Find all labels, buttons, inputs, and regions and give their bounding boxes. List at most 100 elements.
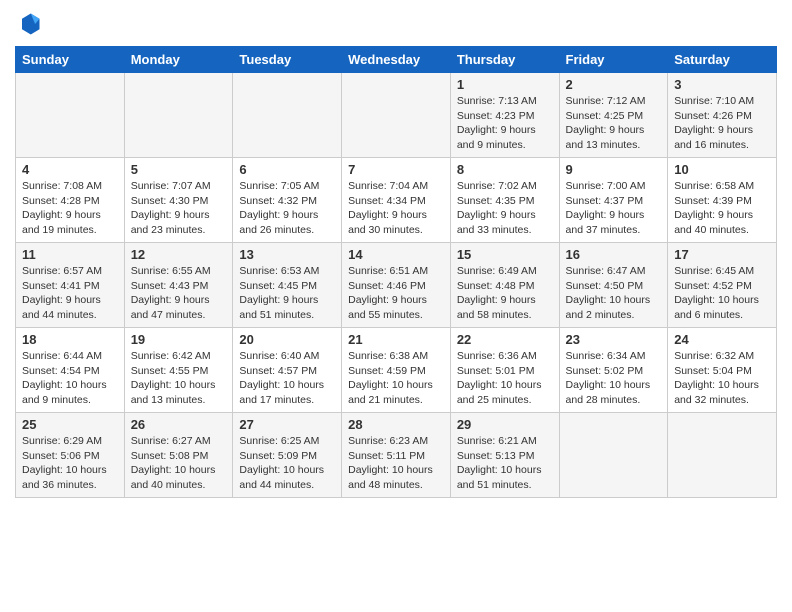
- day-info: Sunrise: 6:49 AM Sunset: 4:48 PM Dayligh…: [457, 264, 553, 323]
- day-number: 11: [22, 247, 118, 262]
- day-number: 28: [348, 417, 444, 432]
- calendar-day-cell: [559, 413, 668, 498]
- day-number: 10: [674, 162, 770, 177]
- day-number: 6: [239, 162, 335, 177]
- calendar-header-row: SundayMondayTuesdayWednesdayThursdayFrid…: [16, 47, 777, 73]
- day-info: Sunrise: 7:12 AM Sunset: 4:25 PM Dayligh…: [566, 94, 662, 153]
- calendar-table: SundayMondayTuesdayWednesdayThursdayFrid…: [15, 46, 777, 498]
- calendar-day-cell: 17Sunrise: 6:45 AM Sunset: 4:52 PM Dayli…: [668, 243, 777, 328]
- day-number: 29: [457, 417, 553, 432]
- day-number: 7: [348, 162, 444, 177]
- calendar-day-cell: 16 Sunrise: 6:47 AM Sunset: 4:50 PM Dayli…: [559, 243, 668, 328]
- day-number: 16: [566, 247, 662, 262]
- calendar-day-cell: 26 Sunrise: 6:27 AM Sunset: 5:08 PM Dayli…: [124, 413, 233, 498]
- day-number: 2: [566, 77, 662, 92]
- weekday-header: Wednesday: [342, 47, 451, 73]
- day-number: 8: [457, 162, 553, 177]
- calendar-day-cell: 2 Sunrise: 7:12 AM Sunset: 4:25 PM Daylig…: [559, 73, 668, 158]
- day-info: Sunrise: 6:47 AM Sunset: 4:50 PM Dayligh…: [566, 264, 662, 323]
- day-info: Sunrise: 6:51 AM Sunset: 4:46 PM Dayligh…: [348, 264, 444, 323]
- day-info: Sunrise: 6:36 AM Sunset: 5:01 PM Dayligh…: [457, 349, 553, 408]
- day-info: Sunrise: 6:58 AM Sunset: 4:39 PM Dayligh…: [674, 179, 770, 238]
- day-number: 5: [131, 162, 227, 177]
- day-info: Sunrise: 7:00 AM Sunset: 4:37 PM Dayligh…: [566, 179, 662, 238]
- logo-icon: [15, 10, 43, 38]
- calendar-day-cell: 21 Sunrise: 6:38 AM Sunset: 4:59 PM Dayli…: [342, 328, 451, 413]
- day-info: Sunrise: 6:44 AM Sunset: 4:54 PM Dayligh…: [22, 349, 118, 408]
- weekday-header: Sunday: [16, 47, 125, 73]
- day-number: 18: [22, 332, 118, 347]
- day-number: 15: [457, 247, 553, 262]
- day-info: Sunrise: 7:10 AM Sunset: 4:26 PM Dayligh…: [674, 94, 770, 153]
- calendar-day-cell: [124, 73, 233, 158]
- calendar-week-row: 11 Sunrise: 6:57 AM Sunset: 4:41 PM Dayli…: [16, 243, 777, 328]
- day-info: Sunrise: 6:23 AM Sunset: 5:11 PM Dayligh…: [348, 434, 444, 493]
- calendar-day-cell: 12 Sunrise: 6:55 AM Sunset: 4:43 PM Dayli…: [124, 243, 233, 328]
- calendar-day-cell: 6 Sunrise: 7:05 AM Sunset: 4:32 PM Daylig…: [233, 158, 342, 243]
- calendar-day-cell: 11 Sunrise: 6:57 AM Sunset: 4:41 PM Dayli…: [16, 243, 125, 328]
- calendar-day-cell: 24 Sunrise: 6:32 AM Sunset: 5:04 PM Dayli…: [668, 328, 777, 413]
- day-info: Sunrise: 6:38 AM Sunset: 4:59 PM Dayligh…: [348, 349, 444, 408]
- calendar-day-cell: 20Sunrise: 6:40 AM Sunset: 4:57 PM Dayli…: [233, 328, 342, 413]
- calendar-day-cell: 13 Sunrise: 6:53 AM Sunset: 4:45 PM Dayli…: [233, 243, 342, 328]
- calendar-week-row: 4 Sunrise: 7:08 AM Sunset: 4:28 PM Daylig…: [16, 158, 777, 243]
- calendar-day-cell: 23Sunrise: 6:34 AM Sunset: 5:02 PM Dayli…: [559, 328, 668, 413]
- day-number: 25: [22, 417, 118, 432]
- day-number: 9: [566, 162, 662, 177]
- weekday-header: Monday: [124, 47, 233, 73]
- day-info: Sunrise: 6:55 AM Sunset: 4:43 PM Dayligh…: [131, 264, 227, 323]
- calendar-day-cell: 25 Sunrise: 6:29 AM Sunset: 5:06 PM Dayli…: [16, 413, 125, 498]
- calendar-day-cell: 27 Sunrise: 6:25 AM Sunset: 5:09 PM Dayli…: [233, 413, 342, 498]
- calendar-day-cell: 5 Sunrise: 7:07 AM Sunset: 4:30 PM Daylig…: [124, 158, 233, 243]
- calendar-day-cell: 4 Sunrise: 7:08 AM Sunset: 4:28 PM Daylig…: [16, 158, 125, 243]
- logo: [15, 10, 47, 38]
- weekday-header: Friday: [559, 47, 668, 73]
- day-info: Sunrise: 7:13 AM Sunset: 4:23 PM Dayligh…: [457, 94, 553, 153]
- day-info: Sunrise: 6:45 AM Sunset: 4:52 PM Dayligh…: [674, 264, 770, 323]
- day-info: Sunrise: 6:40 AM Sunset: 4:57 PM Dayligh…: [239, 349, 335, 408]
- day-info: Sunrise: 6:27 AM Sunset: 5:08 PM Dayligh…: [131, 434, 227, 493]
- calendar-body: 1 Sunrise: 7:13 AM Sunset: 4:23 PM Daylig…: [16, 73, 777, 498]
- day-info: Sunrise: 6:25 AM Sunset: 5:09 PM Dayligh…: [239, 434, 335, 493]
- day-number: 21: [348, 332, 444, 347]
- day-info: Sunrise: 6:34 AM Sunset: 5:02 PM Dayligh…: [566, 349, 662, 408]
- day-info: Sunrise: 6:57 AM Sunset: 4:41 PM Dayligh…: [22, 264, 118, 323]
- day-number: 19: [131, 332, 227, 347]
- calendar-day-cell: 9 Sunrise: 7:00 AM Sunset: 4:37 PM Daylig…: [559, 158, 668, 243]
- day-info: Sunrise: 7:05 AM Sunset: 4:32 PM Dayligh…: [239, 179, 335, 238]
- day-info: Sunrise: 7:04 AM Sunset: 4:34 PM Dayligh…: [348, 179, 444, 238]
- day-number: 12: [131, 247, 227, 262]
- calendar-day-cell: 22 Sunrise: 6:36 AM Sunset: 5:01 PM Dayli…: [450, 328, 559, 413]
- calendar-day-cell: [233, 73, 342, 158]
- day-number: 3: [674, 77, 770, 92]
- calendar-day-cell: 29 Sunrise: 6:21 AM Sunset: 5:13 PM Dayli…: [450, 413, 559, 498]
- day-info: Sunrise: 7:08 AM Sunset: 4:28 PM Dayligh…: [22, 179, 118, 238]
- day-info: Sunrise: 6:42 AM Sunset: 4:55 PM Dayligh…: [131, 349, 227, 408]
- page-header: [15, 10, 777, 38]
- day-info: Sunrise: 6:21 AM Sunset: 5:13 PM Dayligh…: [457, 434, 553, 493]
- day-info: Sunrise: 7:02 AM Sunset: 4:35 PM Dayligh…: [457, 179, 553, 238]
- day-info: Sunrise: 6:32 AM Sunset: 5:04 PM Dayligh…: [674, 349, 770, 408]
- day-number: 22: [457, 332, 553, 347]
- calendar-day-cell: 8 Sunrise: 7:02 AM Sunset: 4:35 PM Daylig…: [450, 158, 559, 243]
- weekday-header: Thursday: [450, 47, 559, 73]
- calendar-week-row: 18 Sunrise: 6:44 AM Sunset: 4:54 PM Dayli…: [16, 328, 777, 413]
- calendar-day-cell: 3 Sunrise: 7:10 AM Sunset: 4:26 PM Daylig…: [668, 73, 777, 158]
- day-number: 26: [131, 417, 227, 432]
- day-info: Sunrise: 6:53 AM Sunset: 4:45 PM Dayligh…: [239, 264, 335, 323]
- day-number: 27: [239, 417, 335, 432]
- day-number: 13: [239, 247, 335, 262]
- calendar-day-cell: 19 Sunrise: 6:42 AM Sunset: 4:55 PM Dayli…: [124, 328, 233, 413]
- calendar-week-row: 25 Sunrise: 6:29 AM Sunset: 5:06 PM Dayli…: [16, 413, 777, 498]
- day-number: 24: [674, 332, 770, 347]
- weekday-header: Saturday: [668, 47, 777, 73]
- calendar-day-cell: 7 Sunrise: 7:04 AM Sunset: 4:34 PM Daylig…: [342, 158, 451, 243]
- weekday-header: Tuesday: [233, 47, 342, 73]
- day-number: 4: [22, 162, 118, 177]
- calendar-day-cell: 28 Sunrise: 6:23 AM Sunset: 5:11 PM Dayli…: [342, 413, 451, 498]
- calendar-day-cell: [668, 413, 777, 498]
- day-info: Sunrise: 6:29 AM Sunset: 5:06 PM Dayligh…: [22, 434, 118, 493]
- day-number: 14: [348, 247, 444, 262]
- day-info: Sunrise: 7:07 AM Sunset: 4:30 PM Dayligh…: [131, 179, 227, 238]
- day-number: 1: [457, 77, 553, 92]
